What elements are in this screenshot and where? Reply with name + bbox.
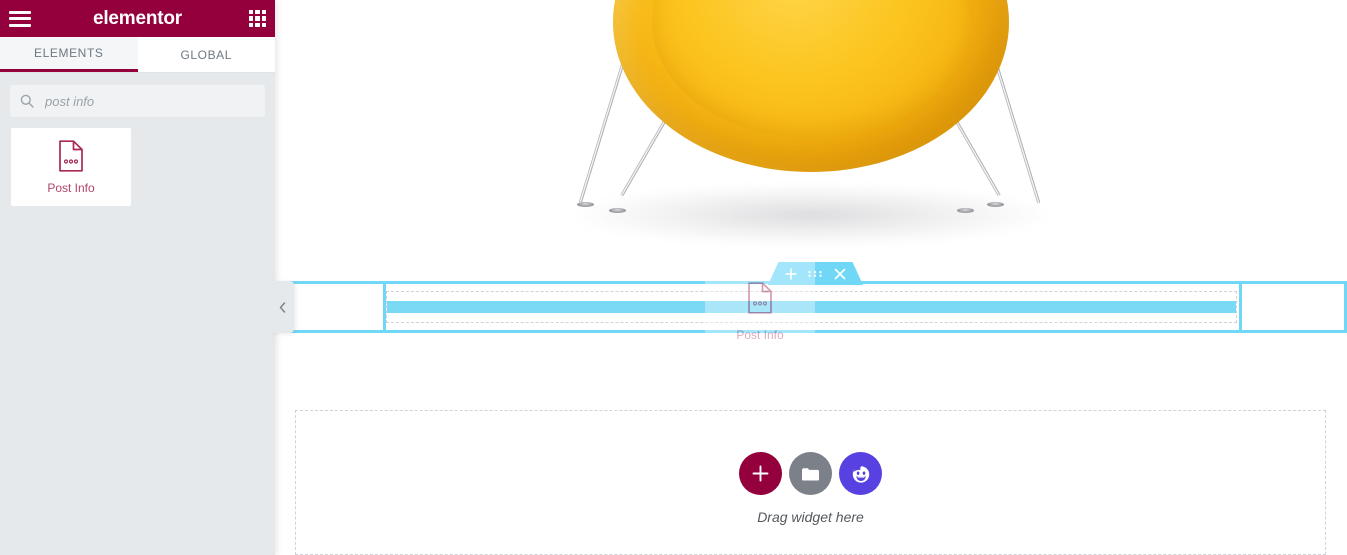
ai-face-icon: [852, 465, 870, 483]
search-field-wrapper[interactable]: [10, 85, 265, 117]
dropzone-label: Drag widget here: [757, 509, 864, 525]
add-section-button[interactable]: [739, 452, 782, 495]
widget-dropzone[interactable]: Drag widget here: [295, 410, 1326, 555]
widget-results-list: Post Info: [0, 127, 275, 207]
tab-elements[interactable]: ELEMENTS: [0, 37, 138, 72]
chair-foot-front-left: [609, 208, 626, 213]
chair-floor-shadow: [571, 184, 1051, 246]
close-x-icon[interactable]: [834, 268, 846, 280]
tab-elements-label: ELEMENTS: [34, 46, 104, 60]
grid-apps-icon[interactable]: [249, 10, 266, 27]
chevron-left-icon: [279, 301, 285, 313]
panel-collapse-tab[interactable]: [270, 281, 294, 333]
post-info-document-icon: [59, 139, 83, 172]
chair-leg-back-left: [578, 57, 626, 204]
dropzone-buttons: [296, 452, 1325, 495]
preview-canvas: Post Info Drag widget here: [275, 0, 1347, 555]
section-handle-toolbar: [768, 262, 863, 285]
chair-seat-cushion: [652, 0, 970, 138]
chair-seat-shell: [613, 0, 1009, 172]
ai-builder-button[interactable]: [839, 452, 882, 495]
add-template-button[interactable]: [789, 452, 832, 495]
search-icon: [20, 94, 34, 108]
widget-content-bar: [387, 301, 1236, 313]
panel-search-area: [0, 73, 275, 127]
chair-leg-back-right: [993, 57, 1041, 204]
chair-foot-back-right: [987, 202, 1004, 207]
tab-global[interactable]: GLOBAL: [137, 37, 275, 72]
chair-foot-back-left: [577, 202, 594, 207]
hero-chair-image: [275, 0, 1347, 258]
panel-header: elementor: [0, 0, 275, 37]
editor-panel: elementor ELEMENTS GLOBAL post info Post…: [0, 0, 275, 555]
plus-icon[interactable]: [785, 267, 797, 280]
folder-icon: [801, 466, 819, 480]
panel-tabs: ELEMENTS GLOBAL: [0, 37, 275, 73]
tab-global-label: GLOBAL: [180, 47, 233, 62]
elementor-logo: elementor: [92, 7, 182, 29]
hamburger-icon[interactable]: [9, 10, 31, 27]
search-input[interactable]: [43, 92, 255, 110]
elementor-editor: elementor ELEMENTS GLOBAL post info Post…: [0, 0, 1347, 555]
widget-card-post-info[interactable]: Post Info: [10, 127, 132, 207]
selected-section[interactable]: [275, 262, 1347, 333]
plus-icon: [752, 465, 769, 482]
column-divider-right: [1239, 284, 1242, 330]
dots-handle-icon[interactable]: [807, 270, 823, 278]
chair-foot-front-right: [957, 208, 974, 213]
widget-card-label: Post Info: [47, 180, 95, 195]
